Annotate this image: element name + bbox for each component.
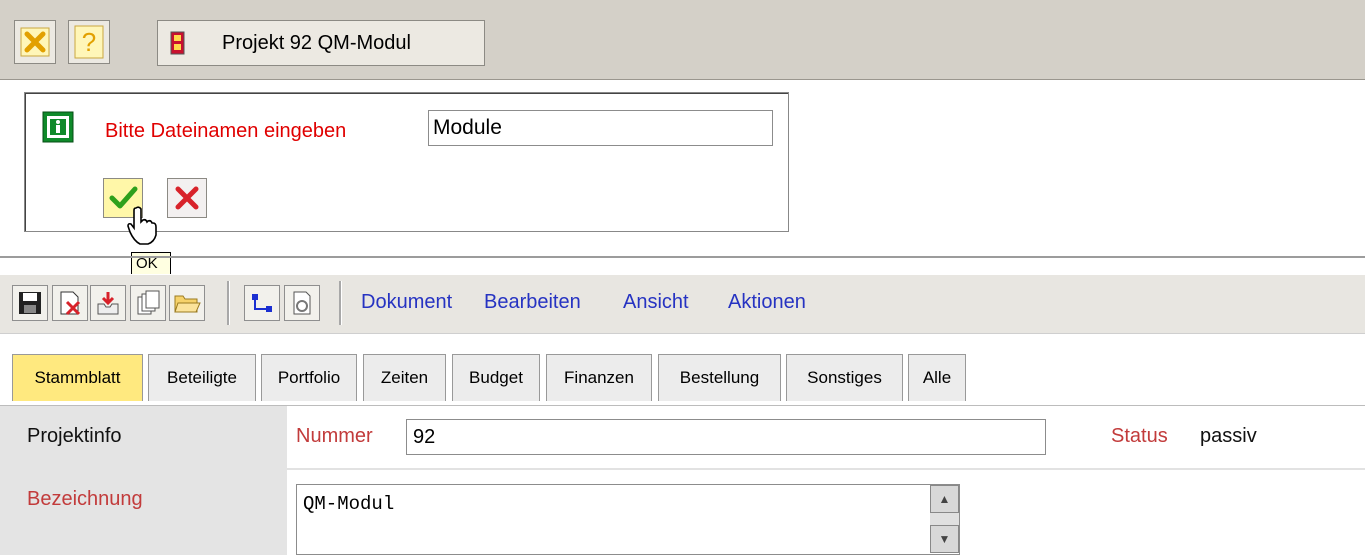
divider [0, 256, 1365, 258]
inbox-icon [97, 292, 119, 315]
info-icon [42, 111, 74, 148]
save-icon [19, 292, 41, 314]
refresh-document-button[interactable] [284, 285, 320, 321]
refresh-doc-icon [293, 291, 311, 315]
inbox-button[interactable] [90, 285, 126, 321]
toolbar-separator [227, 281, 230, 325]
cancel-button[interactable] [167, 178, 207, 218]
menu-ansicht[interactable]: Ansicht [623, 291, 689, 314]
status-value: passiv [1200, 425, 1257, 447]
copy-button[interactable] [130, 285, 166, 321]
hand-cursor-icon [124, 204, 160, 251]
project-icon [170, 31, 185, 55]
help-icon: ? [74, 25, 104, 59]
open-folder-icon [174, 295, 201, 313]
row-label-cell [0, 468, 287, 555]
project-title-button[interactable]: Projekt 92 QM-Modul [157, 20, 485, 66]
toolbar: Dokument Bearbeiten Ansicht Aktionen [0, 274, 1365, 334]
delete-doc-icon [60, 291, 81, 316]
project-title-label: Projekt 92 QM-Modul [222, 32, 411, 54]
tab-finanzen[interactable]: Finanzen [546, 354, 652, 401]
tab-stammblatt[interactable]: Stammblatt [12, 354, 143, 401]
tab-zeiten[interactable]: Zeiten [363, 354, 446, 401]
copy-icon [137, 290, 160, 315]
workflow-icon [252, 294, 272, 312]
status-label: Status [1111, 425, 1168, 447]
scroll-up-icon[interactable]: ▲ [930, 485, 959, 513]
projektinfo-label: Projektinfo [27, 425, 122, 447]
menu-dokument[interactable]: Dokument [361, 291, 452, 314]
workflow-button[interactable] [244, 285, 280, 321]
filename-input[interactable] [428, 110, 773, 146]
bezeichnung-label: Bezeichnung [27, 488, 143, 510]
cancel-x-icon [175, 186, 199, 210]
bezeichnung-textarea[interactable]: QM-Modul [296, 484, 960, 555]
help-button[interactable]: ? [68, 20, 110, 64]
textarea-scrollbar[interactable]: ▲ ▼ [930, 485, 959, 553]
dialog-prompt-label: Bitte Dateinamen eingeben [105, 120, 347, 142]
scroll-down-icon[interactable]: ▼ [930, 525, 959, 553]
tab-sonstiges[interactable]: Sonstiges [786, 354, 903, 401]
open-folder-button[interactable] [169, 285, 205, 321]
svg-text:?: ? [82, 27, 96, 57]
menu-aktionen[interactable]: Aktionen [728, 291, 806, 314]
tab-portfolio[interactable]: Portfolio [261, 354, 357, 401]
tab-bestellung[interactable]: Bestellung [658, 354, 781, 401]
close-icon [20, 27, 50, 57]
close-button[interactable] [14, 20, 56, 64]
save-button[interactable] [12, 285, 48, 321]
tab-bar: Stammblatt Beteiligte Portfolio Zeiten B… [0, 342, 1365, 406]
tab-beteiligte[interactable]: Beteiligte [148, 354, 256, 401]
delete-document-button[interactable] [52, 285, 88, 321]
nummer-label: Nummer [296, 425, 373, 447]
menu-bearbeiten[interactable]: Bearbeiten [484, 291, 581, 314]
tab-budget[interactable]: Budget [452, 354, 540, 401]
toolbar-separator [339, 281, 342, 325]
nummer-input[interactable] [406, 419, 1046, 455]
tab-alle[interactable]: Alle [908, 354, 966, 401]
